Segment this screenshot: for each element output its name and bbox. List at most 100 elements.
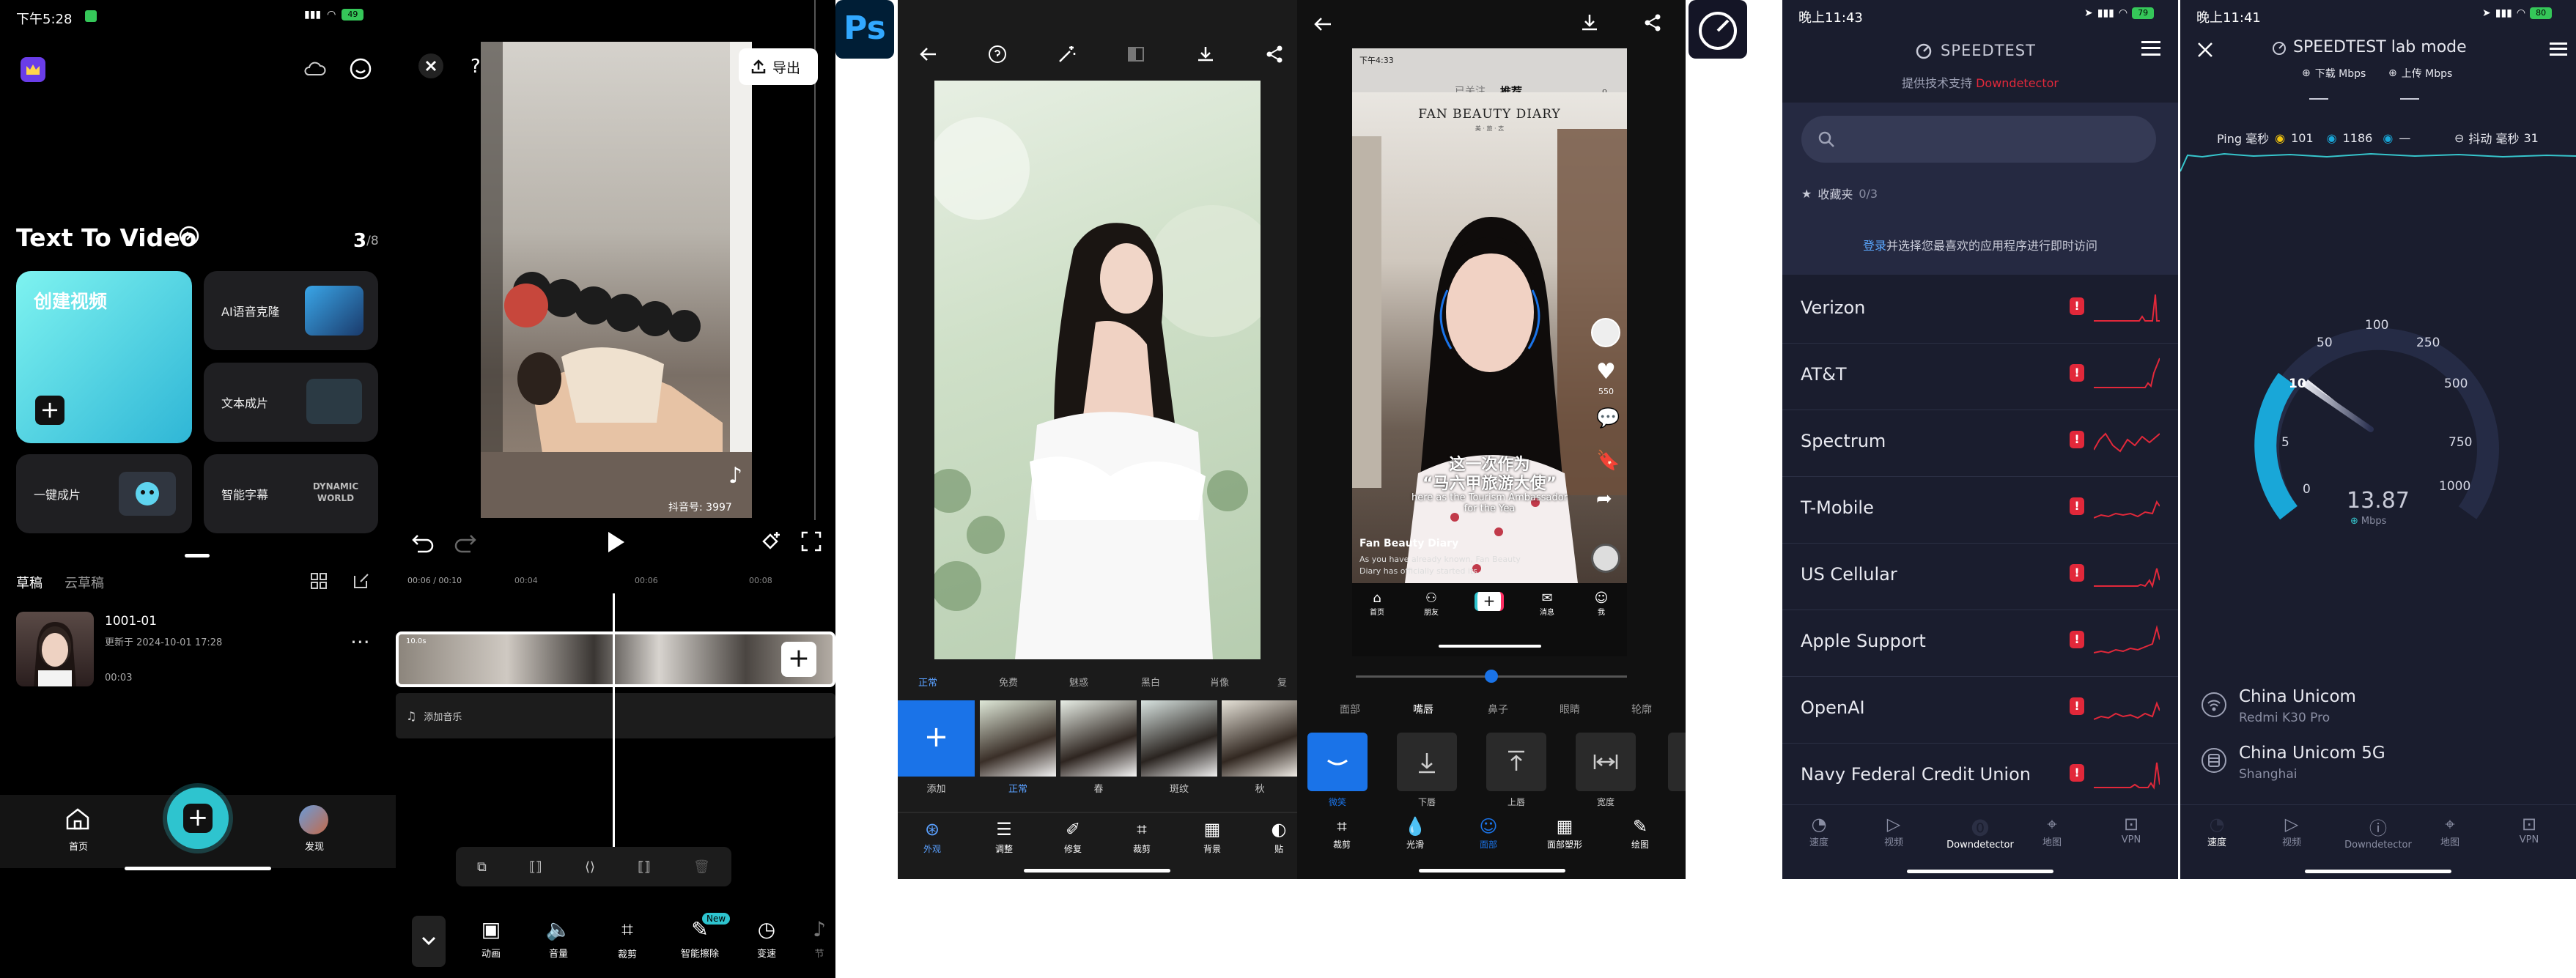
copy-icon[interactable]: ⧉: [477, 859, 487, 875]
back-icon[interactable]: [918, 44, 939, 64]
lower-lip-tool-button[interactable]: [1397, 733, 1457, 791]
tool-more[interactable]: ♪ 节: [805, 917, 834, 960]
redo-icon[interactable]: [453, 531, 478, 553]
keyframe-icon[interactable]: [758, 529, 783, 554]
nav-speed[interactable]: ◔ 速度: [1797, 814, 1841, 848]
more-icon[interactable]: ···: [350, 632, 370, 653]
tab-eyes[interactable]: 眼睛: [1560, 702, 1580, 716]
heart-icon[interactable]: ♥: [1596, 359, 1616, 385]
list-item[interactable]: Navy Federal Credit Union!: [1782, 744, 2178, 810]
login-link[interactable]: 登录: [1863, 239, 1886, 253]
comment-icon[interactable]: 💬: [1596, 407, 1620, 429]
menu-icon[interactable]: [2550, 42, 2567, 56]
filter-tab[interactable]: 复: [1277, 675, 1287, 689]
account-name[interactable]: Fan Beauty Diary: [1359, 538, 1458, 549]
upper-lip-tool-button[interactable]: [1486, 733, 1546, 791]
tool-background[interactable]: ▦ 背景: [1194, 819, 1230, 855]
split-left-icon[interactable]: ⟦⟧: [529, 859, 542, 875]
width-tool-button[interactable]: [1576, 733, 1636, 791]
list-item[interactable]: US Cellular!: [1782, 544, 2178, 610]
tool-smooth[interactable]: 💧 光滑: [1397, 816, 1433, 851]
tool-looks[interactable]: ⊛ 外观: [914, 819, 951, 855]
more-tool-button[interactable]: [1668, 733, 1686, 791]
help-icon[interactable]: ?: [470, 56, 481, 78]
nav-video[interactable]: ▷ 视频: [2270, 814, 2314, 848]
video-clip-track[interactable]: 10.0s: [396, 631, 835, 687]
tab-lips[interactable]: 嘴唇: [1413, 702, 1433, 716]
tool-sticker[interactable]: ◐ 贴: [1264, 819, 1293, 855]
tool-adjust[interactable]: ☰ 调整: [986, 819, 1022, 855]
add-clip-button[interactable]: +: [781, 642, 816, 677]
playhead[interactable]: [613, 593, 615, 850]
nav-vpn[interactable]: ⊡ VPN: [2507, 814, 2551, 845]
compare-icon[interactable]: [1126, 44, 1146, 64]
split-right-icon[interactable]: ⟦⟧: [638, 859, 651, 875]
nav-home[interactable]: ⌂ 首页: [1362, 590, 1392, 617]
filter-tab[interactable]: 黑白: [1141, 675, 1160, 689]
list-item[interactable]: AT&T!: [1782, 344, 2178, 410]
tile-text-to-video[interactable]: 文本成片: [204, 363, 378, 442]
provider-name[interactable]: China Unicom: [2239, 687, 2356, 706]
list-item[interactable]: Verizon!: [1782, 277, 2178, 344]
tool-crop[interactable]: ⌗ 裁剪: [605, 917, 649, 960]
tab-face[interactable]: 面部: [1340, 702, 1360, 716]
nav-map[interactable]: ⌖ 地图: [2428, 814, 2472, 848]
discover-avatar[interactable]: [299, 805, 328, 834]
list-item[interactable]: T-Mobile!: [1782, 477, 2178, 544]
server-name[interactable]: China Unicom 5G: [2239, 744, 2385, 763]
tool-face[interactable]: ☺ 面部: [1470, 816, 1507, 851]
ps-photo-canvas[interactable]: [934, 81, 1261, 659]
filter-tab[interactable]: 魅惑: [1069, 675, 1088, 689]
create-fab-button[interactable]: +: [167, 788, 229, 849]
fullscreen-icon[interactable]: [800, 530, 822, 552]
nav-me[interactable]: ☺ 我: [1587, 590, 1616, 617]
filter-thumb-normal[interactable]: [980, 700, 1056, 777]
delete-icon[interactable]: 🗑: [693, 859, 710, 875]
tab-nose[interactable]: 鼻子: [1488, 702, 1508, 716]
nav-speed[interactable]: ◔ 速度: [2195, 814, 2239, 848]
add-filter-button[interactable]: +: [898, 700, 975, 777]
tool-draw[interactable]: ✎ 绘图: [1618, 816, 1662, 851]
info-circle-icon[interactable]: [178, 225, 200, 247]
add-music-track[interactable]: ♫ 添加音乐: [396, 693, 835, 738]
nav-friends[interactable]: ⚇ 朋友: [1417, 590, 1446, 617]
tool-speed[interactable]: ◷ 变速: [745, 917, 789, 960]
menu-icon[interactable]: [2141, 41, 2160, 56]
nav-downdetector[interactable]: ⓿ Downdetector: [1944, 814, 2017, 851]
home-icon[interactable]: [64, 807, 91, 831]
list-item[interactable]: Apple Support!: [1782, 610, 2178, 677]
back-icon[interactable]: [1312, 13, 1334, 35]
help-icon[interactable]: [987, 44, 1008, 64]
video-preview[interactable]: ♪ 抖音号: 3997: [481, 42, 752, 518]
filter-tab[interactable]: 肖像: [1210, 675, 1229, 689]
download-icon[interactable]: [1579, 12, 1601, 34]
filter-tab[interactable]: 免费: [999, 675, 1018, 689]
nav-vpn[interactable]: ⊡ VPN: [2109, 814, 2153, 845]
download-icon[interactable]: [1195, 44, 1216, 64]
smile-icon[interactable]: [349, 57, 372, 81]
nav-video[interactable]: ▷ 视频: [1872, 814, 1916, 848]
tool-animation[interactable]: ▣ 动画: [469, 917, 513, 960]
tab-drafts[interactable]: 草稿: [16, 573, 43, 592]
music-disc[interactable]: [1591, 544, 1620, 573]
close-icon[interactable]: [2196, 41, 2214, 59]
create-video-card[interactable]: 创建视频 +: [16, 271, 192, 443]
list-item[interactable]: Spectrum!: [1782, 410, 2178, 477]
close-icon[interactable]: [418, 53, 444, 79]
collapse-button[interactable]: [412, 916, 446, 967]
crown-icon[interactable]: [21, 57, 45, 82]
magic-wand-icon[interactable]: [1057, 44, 1077, 64]
grid-icon[interactable]: [309, 571, 328, 590]
tool-face-shape[interactable]: ▦ 面部塑形: [1539, 816, 1590, 851]
draft-thumbnail[interactable]: [16, 612, 94, 686]
play-icon[interactable]: [605, 530, 626, 554]
nav-create-button[interactable]: +: [1475, 592, 1504, 611]
share-icon[interactable]: [1642, 12, 1664, 34]
tile-smart-subtitle[interactable]: 智能字幕 DYNAMIC WORLD: [204, 454, 378, 533]
tool-crop[interactable]: ⌗ 裁剪: [1324, 816, 1360, 851]
smile-tool-button[interactable]: [1307, 733, 1368, 791]
filter-thumb-autumn[interactable]: [1222, 700, 1297, 777]
downdetector-brand[interactable]: Downdetector: [1976, 76, 2059, 90]
nav-downdetector[interactable]: ⓘ Downdetector: [2341, 814, 2415, 851]
undo-icon[interactable]: [410, 531, 435, 553]
